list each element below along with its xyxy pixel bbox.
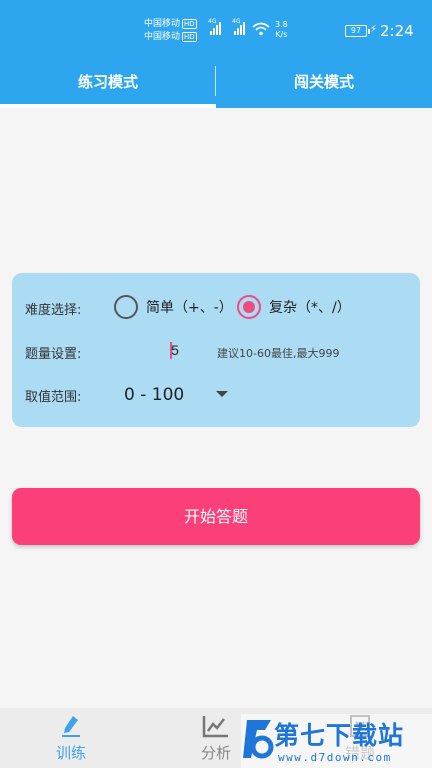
tab-divider [215,66,216,96]
status-bar: 中国移动 HD 中国移动 HD 4G 4G 3.8 K/s 97 ⚡ 2:24 [0,0,432,62]
radio-circle [237,295,261,319]
network-type-2: 4G [232,18,241,25]
app-header: 中国移动 HD 中国移动 HD 4G 4G 3.8 K/s 97 ⚡ 2:24 练习… [0,0,432,108]
difficulty-complex-radio[interactable]: 复杂（*、/） [237,295,351,319]
difficulty-simple-radio[interactable]: 简单（+、-） [114,295,233,319]
clock: 2:24 [380,22,414,40]
quantity-hint: 建议10-60最佳,最大999 [217,347,340,360]
network-speed: 3.8 K/s [275,20,288,40]
hd-badge: HD [182,32,197,42]
quantity-label: 题量设置: [25,347,82,362]
start-quiz-button[interactable]: 开始答题 [12,488,420,545]
speed-unit: K/s [275,30,288,39]
nav-item-train[interactable]: 训练 [36,708,106,768]
carrier-info: 中国移动 HD 中国移动 HD [144,18,197,44]
mode-tabs: 练习模式 闯关模式 [0,62,432,108]
network-type-1: 4G [208,18,217,25]
tab-practice-mode[interactable]: 练习模式 [0,62,216,108]
range-label: 取值范围: [25,390,82,405]
nav-label-train: 训练 [55,744,86,762]
battery-icon: 97 [345,25,370,37]
difficulty-label: 难度选择: [25,303,82,318]
radio-circle [114,295,138,319]
text-cursor [170,342,172,359]
watermark-name: 第七下载站 [274,721,405,750]
watermark-url: www.d7down.com [278,751,392,764]
tab-challenge-mode[interactable]: 闯关模式 [216,62,432,108]
difficulty-complex-label: 复杂（*、/） [269,300,351,316]
range-select[interactable]: 0 - 100 [124,385,184,405]
carrier-1: 中国移动 [144,19,181,29]
chart-icon [202,716,228,738]
carrier-2: 中国移动 [144,32,181,42]
difficulty-simple-label: 简单（+、-） [146,300,233,316]
quantity-input[interactable] [130,337,220,363]
hd-badge: HD [182,19,197,29]
pencil-icon [62,716,80,737]
signal-2-icon: 4G [232,18,245,35]
speed-value: 3.8 [275,20,288,29]
charging-icon: ⚡ [370,24,378,35]
battery-level: 97 [350,26,362,35]
settings-card: 难度选择: 简单（+、-） 复杂（*、/） 题量设置: 建议10-60最佳,最大… [12,273,420,427]
signal-1-icon: 4G [208,18,221,35]
wifi-icon [252,22,270,36]
dropdown-arrow-icon[interactable] [216,391,228,397]
